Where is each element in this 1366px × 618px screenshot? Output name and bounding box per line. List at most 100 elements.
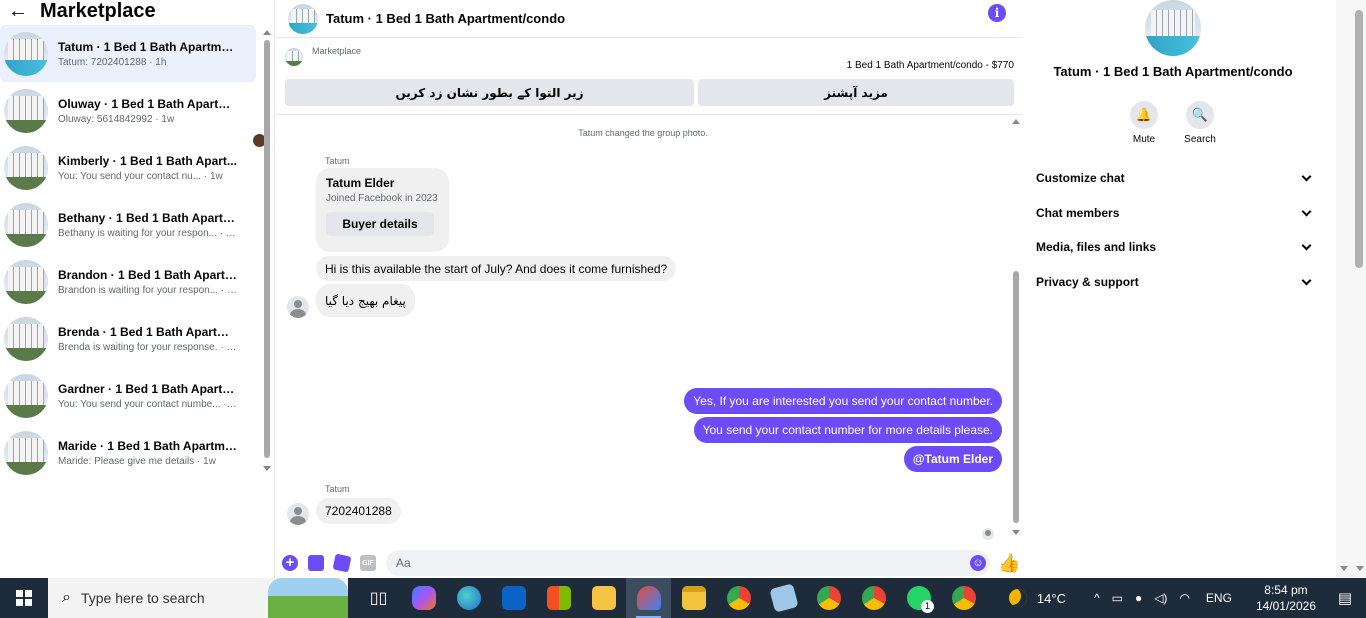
outlook-icon[interactable]: [491, 578, 536, 618]
sidebar-title: Marketplace: [40, 0, 156, 22]
panel-avatar: [1145, 0, 1201, 56]
scroll-down-icon[interactable]: [1356, 566, 1364, 571]
conversation-name: Bethany · 1 Bed 1 Bath Apartme...: [58, 210, 238, 225]
notepad-icon[interactable]: [761, 578, 806, 618]
privacy-support-section[interactable]: Privacy & support: [1036, 275, 1312, 289]
chevron-up-icon[interactable]: ^: [1094, 591, 1100, 605]
chrome-profile-a-icon[interactable]: [806, 578, 851, 618]
emoji-icon[interactable]: ☺: [970, 555, 986, 571]
edge-icon[interactable]: [446, 578, 491, 618]
conversation-name: Maride · 1 Bed 1 Bath Apartmen...: [58, 438, 238, 453]
scroll-down-icon[interactable]: [1340, 566, 1348, 571]
start-button[interactable]: [0, 578, 48, 618]
whatsapp-icon[interactable]: 1: [896, 578, 941, 618]
battery-icon[interactable]: ▭: [1112, 591, 1123, 605]
file-explorer-icon[interactable]: [671, 578, 716, 618]
task-view-icon[interactable]: ▯▯: [356, 578, 401, 618]
taskbar-search-placeholder: Type here to search: [80, 590, 205, 606]
chat-avatar[interactable]: [288, 3, 318, 34]
section-label: Chat members: [1036, 206, 1120, 220]
message-placeholder: Aa: [396, 556, 411, 570]
customize-chat-section[interactable]: Customize chat: [1036, 171, 1312, 185]
search-button[interactable]: 🔍 Search: [1170, 101, 1230, 145]
message-composer: + GIF Aa ☺ 👍: [276, 548, 1022, 578]
conversation-item[interactable]: Oluway · 1 Bed 1 Bath Apartmen... Oluway:…: [0, 82, 256, 139]
conversation-item[interactable]: Bethany · 1 Bed 1 Bath Apartme... Bethany…: [0, 196, 256, 253]
more-options-button[interactable]: مزید آپشنز: [698, 79, 1014, 106]
store-icon[interactable]: [536, 578, 581, 618]
wifi-icon[interactable]: ◠: [1179, 591, 1189, 605]
conversation-item[interactable]: Maride · 1 Bed 1 Bath Apartmen... Maride:…: [0, 424, 256, 481]
chrome-tray-icon[interactable]: ●: [1135, 591, 1142, 605]
sidebar-scrollbar[interactable]: [263, 28, 271, 476]
notification-badge: 1: [921, 600, 934, 613]
listing-title[interactable]: 1 Bed 1 Bath Apartment/condo - $770: [847, 60, 1014, 71]
taskbar-search[interactable]: ⌕ Type here to search: [48, 578, 348, 618]
back-arrow-icon[interactable]: ←: [8, 1, 28, 21]
chat-title[interactable]: Tatum · 1 Bed 1 Bath Apartment/condo: [326, 11, 565, 26]
photo-icon[interactable]: [308, 555, 324, 571]
gif-icon[interactable]: GIF: [360, 555, 376, 571]
media-files-section[interactable]: Media, files and links: [1036, 240, 1312, 254]
scroll-up-icon[interactable]: [1012, 119, 1020, 124]
weather-widget[interactable]: 14°C: [1008, 589, 1066, 607]
incoming-message: Hi is this available the start of July? …: [316, 256, 677, 281]
conversation-list: Tatum · 1 Bed 1 Bath Apartment... Tatum: …: [0, 25, 260, 481]
listing-avatar: [4, 316, 48, 361]
clock[interactable]: 8:54 pm 14/01/2026: [1256, 582, 1316, 614]
mute-button[interactable]: 🔔 Mute: [1114, 101, 1174, 145]
scroll-down-icon[interactable]: [263, 466, 271, 471]
chrome-profile-m-icon[interactable]: [851, 578, 896, 618]
chrome-profile-icon[interactable]: [941, 578, 986, 618]
thumbs-up-icon[interactable]: 👍: [998, 553, 1020, 574]
language-indicator[interactable]: ENG: [1206, 591, 1232, 605]
sender-avatar: [287, 503, 309, 525]
scroll-down-icon[interactable]: [1012, 530, 1020, 535]
conversation-item[interactable]: Brandon · 1 Bed 1 Bath Apartme... Brandon…: [0, 253, 256, 310]
message-thread: Tatum changed the group photo. Tatum Tat…: [276, 116, 1010, 546]
conversation-item[interactable]: Brenda · 1 Bed 1 Bath Apartmen... Brenda …: [0, 310, 256, 367]
outgoing-message: @Tatum Elder: [903, 446, 1002, 472]
chat-header: Tatum · 1 Bed 1 Bath Apartment/condo i: [276, 0, 1022, 38]
conversation-item[interactable]: Tatum · 1 Bed 1 Bath Apartment... Tatum: …: [0, 25, 256, 82]
incoming-message: 7202401288: [316, 498, 401, 524]
mute-label: Mute: [1132, 134, 1156, 145]
mark-pending-button[interactable]: زیر التوا کے بطور نشان زد کریں: [285, 79, 694, 106]
section-label: Media, files and links: [1036, 240, 1157, 254]
buyer-joined: Joined Facebook in 2023: [326, 193, 438, 204]
info-icon[interactable]: i: [988, 4, 1006, 22]
conversation-item[interactable]: Gardner · 1 Bed 1 Bath Apartme... You: Yo…: [0, 367, 256, 424]
conversation-name: Brandon · 1 Bed 1 Bath Apartme...: [58, 267, 238, 282]
temperature: 14°C: [1036, 590, 1066, 606]
copilot-icon[interactable]: [401, 578, 446, 618]
chrome-icon[interactable]: [716, 578, 761, 618]
buyer-details-button[interactable]: Buyer details: [326, 212, 434, 236]
chevron-down-icon: [1301, 240, 1312, 250]
sticky-notes-icon[interactable]: [581, 578, 626, 618]
scrollbar-thumb[interactable]: [1355, 10, 1363, 268]
scrollbar-thumb[interactable]: [264, 40, 270, 458]
conversation-name: Tatum · 1 Bed 1 Bath Apartment...: [58, 39, 238, 54]
conversation-name: Kimberly · 1 Bed 1 Bath Apart...: [58, 153, 237, 168]
plus-icon[interactable]: +: [282, 555, 298, 571]
date: 14/01/2026: [1255, 599, 1316, 613]
message-input[interactable]: Aa ☺: [386, 550, 990, 576]
page-scrollbar[interactable]: [1336, 0, 1366, 578]
conversation-item[interactable]: Kimberly · 1 Bed 1 Bath Apart... You: You…: [0, 139, 256, 196]
speaker-icon[interactable]: ◁): [1154, 591, 1167, 605]
scrollbar-thumb[interactable]: [1013, 271, 1019, 523]
sender-name: Tatum: [325, 484, 350, 494]
chat-members-section[interactable]: Chat members: [1036, 206, 1312, 220]
sticker-icon[interactable]: [332, 553, 352, 573]
section-label: Customize chat: [1036, 171, 1125, 185]
system-tray: 14°C ^ ▭ ● ◁) ◠ ENG 8:54 pm 14/01/2026 ▤: [1008, 578, 1366, 618]
conversation-preview: Tatum: 7202401288 · 1h: [58, 56, 167, 68]
outgoing-message: You send your contact number for more de…: [693, 417, 1002, 443]
chat-scrollbar[interactable]: [1011, 116, 1021, 544]
taskbar-apps: ▯▯ 1: [356, 578, 986, 618]
paint-app-icon[interactable]: [626, 578, 671, 618]
scroll-up-icon[interactable]: [263, 30, 271, 35]
conversation-name: Gardner · 1 Bed 1 Bath Apartme...: [58, 381, 238, 396]
notifications-icon[interactable]: ▤: [1330, 589, 1360, 607]
marketplace-thumbnail: [285, 48, 303, 66]
